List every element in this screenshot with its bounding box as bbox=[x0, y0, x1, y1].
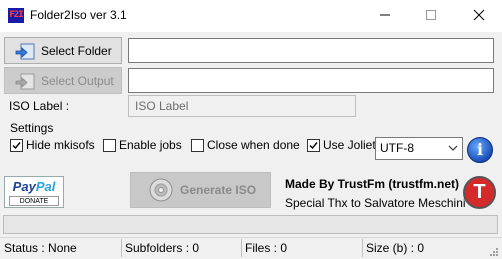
hide-mkisofs-checkbox[interactable]: Hide mkisofs bbox=[10, 138, 95, 152]
donate-label: DONATE bbox=[9, 196, 59, 206]
encoding-value: UTF-8 bbox=[380, 141, 414, 155]
checkbox-unchecked-icon bbox=[103, 138, 116, 152]
select-folder-button[interactable]: Select Folder bbox=[4, 37, 122, 64]
resize-grip-icon[interactable] bbox=[489, 247, 499, 257]
enable-jobs-label: Enable jobs bbox=[119, 138, 182, 152]
encoding-select[interactable]: UTF-8 bbox=[375, 137, 463, 160]
info-button[interactable]: i bbox=[467, 137, 493, 163]
use-joliet-checkbox[interactable]: Use Joliet bbox=[307, 138, 376, 152]
paypal-logo: PayPal bbox=[12, 179, 56, 194]
close-when-done-label: Close when done bbox=[207, 138, 300, 152]
subfolders-count: Subfolders : 0 bbox=[125, 241, 200, 255]
disc-icon bbox=[148, 177, 174, 203]
chevron-down-icon bbox=[448, 145, 458, 151]
select-output-label: Select Output bbox=[41, 73, 114, 88]
output-arrow-icon bbox=[15, 71, 37, 91]
hide-mkisofs-label: Hide mkisofs bbox=[26, 138, 95, 152]
folder-arrow-icon bbox=[15, 41, 37, 61]
made-by-text: Made By TrustFm (trustfm.net) bbox=[285, 177, 460, 191]
maximize-icon bbox=[426, 10, 436, 20]
generate-iso-button[interactable]: Generate ISO bbox=[130, 172, 271, 208]
enable-jobs-checkbox[interactable]: Enable jobs bbox=[103, 138, 182, 152]
iso-label-input[interactable]: ISO Label bbox=[128, 95, 356, 117]
maximize-button[interactable] bbox=[408, 0, 454, 30]
folder-path-input[interactable] bbox=[128, 38, 494, 63]
status-separator bbox=[121, 239, 122, 257]
use-joliet-label: Use Joliet bbox=[323, 138, 376, 152]
info-icon: i bbox=[476, 140, 484, 159]
checkbox-unchecked-icon bbox=[191, 138, 204, 152]
minimize-icon bbox=[380, 14, 390, 16]
progress-bar bbox=[3, 215, 498, 234]
settings-caption: Settings bbox=[10, 121, 54, 135]
output-path-input[interactable] bbox=[128, 68, 494, 93]
select-output-button[interactable]: Select Output bbox=[4, 67, 122, 94]
close-when-done-checkbox[interactable]: Close when done bbox=[191, 138, 300, 152]
iso-label-caption: ISO Label : bbox=[9, 99, 70, 113]
special-thanks-text: Special Thx to Salvatore Meschini bbox=[285, 196, 466, 210]
checkbox-checked-icon bbox=[307, 138, 320, 152]
generate-iso-label: Generate ISO bbox=[180, 183, 257, 197]
window-title: Folder2Iso ver 3.1 bbox=[30, 8, 127, 22]
close-icon bbox=[473, 9, 485, 21]
paypal-donate-button[interactable]: PayPal DONATE bbox=[4, 176, 64, 208]
size-count: Size (b) : 0 bbox=[366, 241, 425, 255]
close-button[interactable] bbox=[456, 0, 502, 30]
trustfm-logo[interactable]: T bbox=[463, 176, 496, 209]
minimize-button[interactable] bbox=[362, 0, 408, 30]
trustfm-logo-icon: T bbox=[473, 181, 486, 203]
files-count: Files : 0 bbox=[245, 241, 288, 255]
status-text: Status : None bbox=[4, 241, 77, 255]
status-separator bbox=[241, 239, 242, 257]
app-icon: F2I bbox=[8, 8, 24, 23]
select-folder-label: Select Folder bbox=[41, 43, 112, 58]
status-separator bbox=[362, 239, 363, 257]
checkbox-checked-icon bbox=[10, 138, 23, 152]
